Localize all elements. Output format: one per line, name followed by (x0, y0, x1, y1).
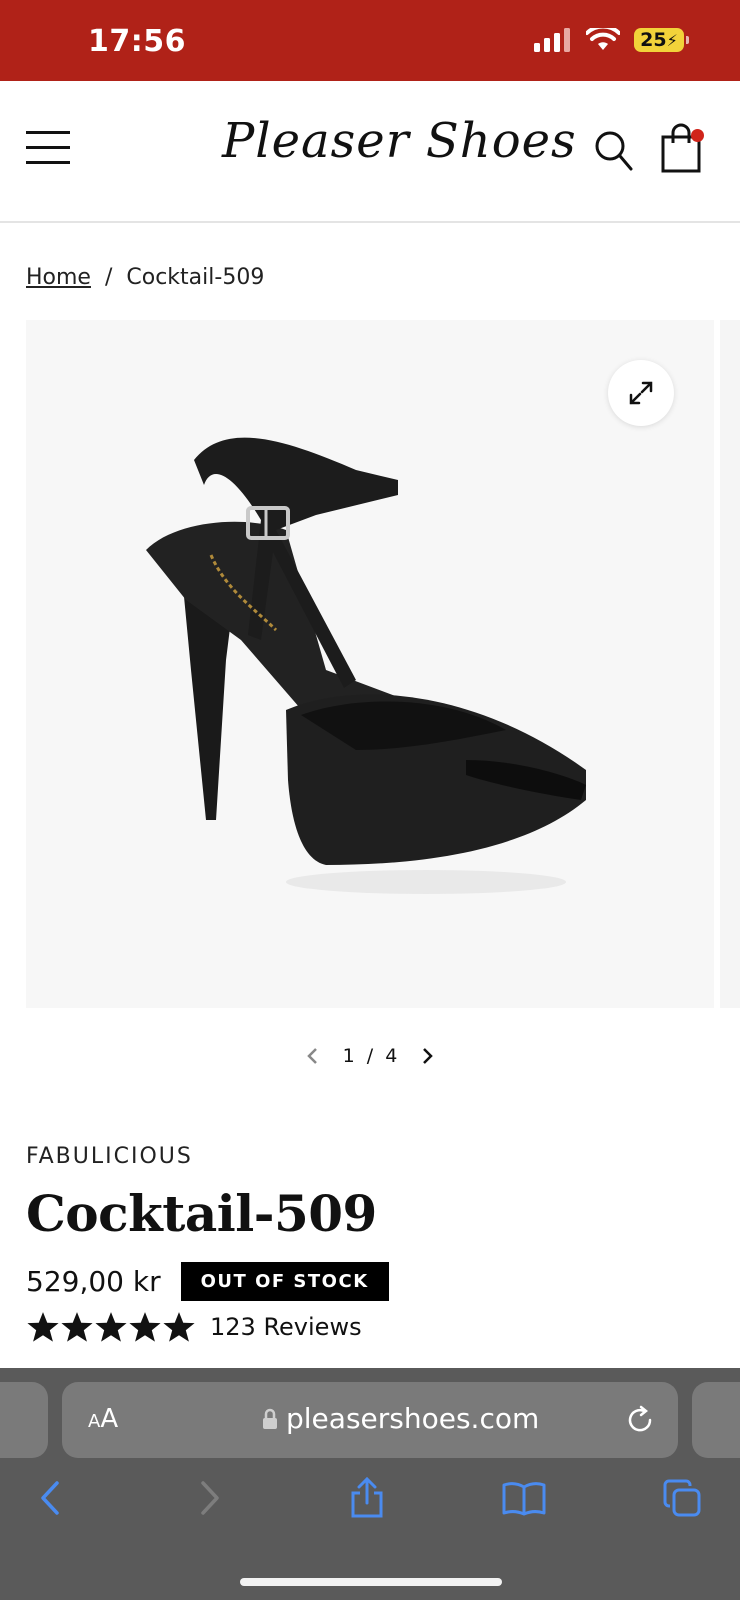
cart-button[interactable] (660, 123, 708, 175)
star-icon (95, 1312, 127, 1342)
stock-badge: OUT OF STOCK (180, 1262, 389, 1301)
back-button[interactable] (28, 1476, 72, 1520)
star-icon (27, 1312, 59, 1342)
status-icons: 25 ⚡ (534, 28, 689, 52)
rating-row[interactable]: 123 Reviews (26, 1310, 362, 1344)
chevron-right-icon (201, 1481, 219, 1515)
gallery-separator: / (366, 1045, 374, 1067)
breadcrumb-current: Cocktail-509 (126, 265, 265, 290)
reload-button[interactable] (624, 1404, 656, 1436)
address-bar[interactable]: AA pleasershoes.com (62, 1382, 678, 1458)
menu-icon-bar (26, 131, 70, 134)
breadcrumb-separator: / (104, 265, 113, 290)
search-button[interactable] (594, 129, 634, 173)
reload-icon (628, 1405, 652, 1432)
site-header: Pleaser Shoes (0, 81, 740, 223)
star-icon (129, 1312, 161, 1342)
search-icon (595, 131, 633, 171)
zoom-button[interactable] (608, 360, 674, 426)
forward-button[interactable] (188, 1476, 232, 1520)
bookmarks-button[interactable] (502, 1476, 546, 1520)
chevron-left-icon (41, 1481, 59, 1515)
next-tab[interactable] (692, 1382, 740, 1458)
breadcrumb: Home / Cocktail-509 (26, 265, 264, 290)
chevron-right-icon (423, 1048, 433, 1064)
gallery-current: 1 (342, 1045, 355, 1067)
sandal-image (146, 437, 586, 894)
prev-image-button[interactable] (300, 1044, 324, 1068)
product-brand[interactable]: FABULICIOUS (26, 1144, 193, 1169)
product-title: Cocktail-509 (26, 1184, 377, 1243)
chevron-left-icon (307, 1048, 317, 1064)
menu-icon-bar (26, 161, 70, 164)
url-display[interactable]: pleasershoes.com (262, 1402, 539, 1435)
book-icon (502, 1482, 546, 1516)
product-price: 529,00 kr (26, 1265, 161, 1298)
lock-icon (263, 1408, 277, 1429)
status-bar: 17:56 25 ⚡ (0, 0, 740, 81)
wifi-icon (586, 28, 620, 50)
text-size-button[interactable]: AA (88, 1404, 118, 1434)
battery-level: 25 (640, 29, 667, 51)
browser-toolbar (0, 1476, 740, 1536)
expand-icon (629, 381, 653, 405)
product-image[interactable] (26, 320, 714, 1008)
previous-tab[interactable] (0, 1382, 48, 1458)
signal-icon (534, 28, 570, 52)
text-size-label-small: A (88, 1411, 101, 1432)
menu-icon-bar (26, 146, 70, 149)
star-icon (61, 1312, 93, 1342)
text-size-label-large: A (100, 1404, 119, 1434)
price-row: 529,00 kr OUT OF STOCK (26, 1262, 389, 1301)
next-image-button[interactable] (416, 1044, 440, 1068)
star-icon (163, 1312, 195, 1342)
home-indicator[interactable] (240, 1578, 502, 1586)
tabs-button[interactable] (660, 1476, 704, 1520)
cart-badge (691, 129, 704, 142)
breadcrumb-home-link[interactable]: Home (26, 265, 91, 290)
rating-stars (26, 1310, 196, 1344)
gallery-pagination: 1 / 4 (300, 1044, 440, 1068)
share-icon (351, 1477, 383, 1518)
next-image-peek[interactable] (720, 320, 740, 1008)
gallery-total: 4 (385, 1045, 398, 1067)
url-text: pleasershoes.com (286, 1402, 540, 1435)
browser-chrome: AA pleasershoes.com (0, 1368, 740, 1600)
site-logo[interactable]: Pleaser Shoes (222, 113, 577, 169)
share-button[interactable] (345, 1476, 389, 1520)
battery-icon: 25 ⚡ (634, 28, 689, 52)
tabs-icon (663, 1479, 701, 1517)
reviews-count[interactable]: 123 Reviews (210, 1313, 362, 1341)
gallery-counter: 1 / 4 (343, 1045, 398, 1067)
menu-button[interactable] (26, 131, 70, 165)
status-time: 17:56 (88, 24, 186, 59)
